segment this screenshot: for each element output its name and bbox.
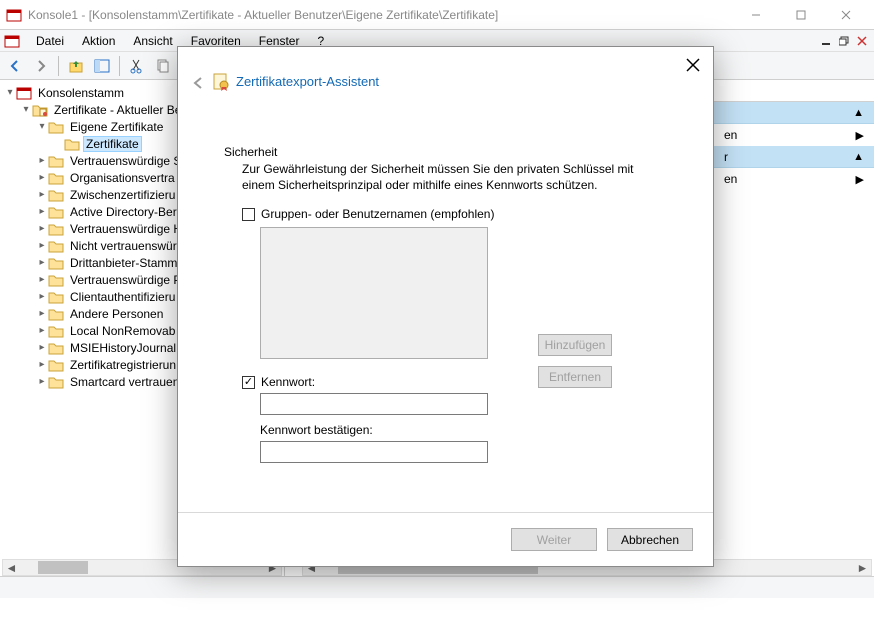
app-icon [6,7,22,23]
password-confirm-input[interactable] [260,441,488,463]
maximize-button[interactable] [778,0,823,30]
copy-button[interactable] [152,55,174,77]
group-users-label: Gruppen- oder Benutzernamen (empfohlen) [261,207,494,221]
wizard-title: Zertifikatexport-Assistent [236,74,379,89]
back-button[interactable] [4,55,26,77]
up-button[interactable] [65,55,87,77]
wizard-close-button[interactable] [683,55,703,75]
wizard-dialog: Zertifikatexport-Assistent Sicherheit Zu… [177,46,714,567]
actions-row-2[interactable]: r▲ [714,146,874,168]
password-checkbox[interactable] [242,376,255,389]
minimize-button[interactable] [733,0,778,30]
app-icon-small [4,33,20,49]
remove-button[interactable]: Entfernen [538,366,612,388]
menu-aktion[interactable]: Aktion [74,32,123,50]
close-button[interactable] [823,0,868,30]
window-title: Konsole1 - [Konsolenstamm\Zertifikate - … [28,8,733,22]
forward-button[interactable] [30,55,52,77]
cut-button[interactable] [126,55,148,77]
password-label: Kennwort: [261,375,315,389]
password-input[interactable] [260,393,488,415]
users-listbox[interactable] [260,227,488,359]
add-button[interactable]: Hinzufügen [538,334,612,356]
menu-ansicht[interactable]: Ansicht [125,32,180,50]
certificate-icon [212,73,230,94]
next-button[interactable]: Weiter [511,528,597,551]
actions-row-0[interactable]: ▲ [714,102,874,124]
section-title: Sicherheit [224,145,667,159]
actions-row-3[interactable]: en▶ [714,168,874,190]
show-hide-tree-button[interactable] [91,55,113,77]
mdi-restore-button[interactable] [836,33,852,49]
statusbar [0,576,874,598]
mdi-close-button[interactable] [854,33,870,49]
titlebar: Konsole1 - [Konsolenstamm\Zertifikate - … [0,0,874,30]
actions-row-1[interactable]: en▶ [714,124,874,146]
password-confirm-label: Kennwort bestätigen: [260,423,667,437]
wizard-back-button[interactable] [190,75,206,94]
menu-datei[interactable]: Datei [28,32,72,50]
group-users-checkbox[interactable] [242,208,255,221]
cancel-button[interactable]: Abbrechen [607,528,693,551]
mdi-minimize-button[interactable] [818,33,834,49]
section-description: Zur Gewährleistung der Sicherheit müssen… [242,161,667,193]
